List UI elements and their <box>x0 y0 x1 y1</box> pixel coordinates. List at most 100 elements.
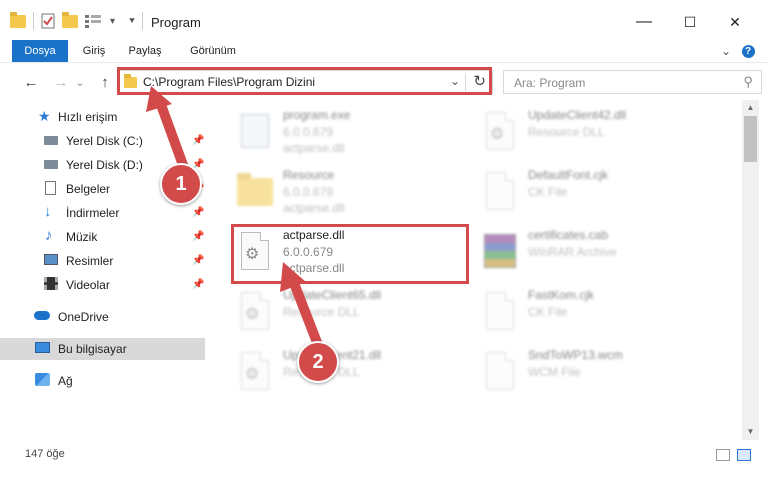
dll-icon: ⚙ <box>237 350 273 392</box>
pin-icon: 📌 <box>192 279 205 290</box>
file-item-updateclient21[interactable]: ⚙ UpdateClient21.dll Resource DLL <box>237 348 477 406</box>
file-icon <box>482 170 518 212</box>
pin-icon: 📌 <box>192 255 205 266</box>
sidebar-item-resimler[interactable]: Resimler 📌 <box>0 250 205 272</box>
scroll-up-icon[interactable]: ▲ <box>742 100 759 116</box>
rar-icon <box>482 230 518 272</box>
file-item-defaultfont[interactable]: DefaultFont.cjk CK File <box>482 168 722 226</box>
sidebar-item-muzik[interactable]: ♪ Müzik 📌 <box>0 226 205 248</box>
recent-locations-button[interactable]: ⌄ <box>74 73 86 91</box>
file-description: actparse.dll <box>283 141 345 155</box>
computer-icon <box>35 342 50 353</box>
navigation-pane: ★ Hızlı erişim Yerel Disk (C:) 📌 Yerel D… <box>0 100 207 440</box>
tab-giris[interactable]: Giriş <box>75 40 113 62</box>
tab-dosya[interactable]: Dosya <box>12 40 68 62</box>
properties-icon[interactable] <box>40 12 56 30</box>
file-name: SndToWP13.wcm <box>528 348 623 362</box>
file-name: Resource <box>283 168 335 182</box>
folder-icon <box>237 170 273 212</box>
dll-icon: ⚙ <box>237 290 273 332</box>
pictures-icon <box>44 254 58 265</box>
file-name: UpdateClient42.dll <box>528 108 627 122</box>
sidebar-item-label: OneDrive <box>58 310 109 324</box>
qa-dropdown-icon[interactable]: ⯆ <box>128 12 136 30</box>
sidebar-item-indirmeler[interactable]: ↓ İndirmeler 📌 <box>0 202 205 224</box>
new-folder-icon[interactable] <box>62 11 78 30</box>
minimize-button[interactable]: — <box>629 10 659 34</box>
search-icon: ⚲ <box>743 74 753 89</box>
file-item-updateclient42[interactable]: ⚙ UpdateClient42.dll Resource DLL <box>482 108 722 166</box>
file-type: CK File <box>528 185 568 199</box>
forward-button[interactable]: → <box>50 73 72 91</box>
file-description: actparse.dll <box>283 201 345 215</box>
file-type: WinRAR Archive <box>528 245 617 259</box>
sidebar-item-onedrive[interactable]: OneDrive <box>0 306 205 328</box>
search-box[interactable]: Ara: Program ⚲ <box>503 70 762 94</box>
file-icon <box>482 290 518 332</box>
scroll-down-icon[interactable]: ▼ <box>742 424 759 440</box>
up-button[interactable]: ↑ <box>94 73 116 91</box>
file-item-sndtowp13[interactable]: SndToWP13.wcm WCM File <box>482 348 722 406</box>
navigation-bar: ← → ⌄ ↑ C:\Program Files\Program Dizini … <box>0 62 769 101</box>
drive-icon <box>44 160 58 169</box>
sidebar-item-videolar[interactable]: Videolar 📌 <box>0 274 205 296</box>
sidebar-item-bu-bilgisayar[interactable]: Bu bilgisayar <box>0 338 205 360</box>
video-icon <box>44 277 58 290</box>
back-button[interactable]: ← <box>20 73 42 91</box>
explorer-window: ▾ ⯆ Program — ☐ ✕ Dosya Giriş Paylaş Gör… <box>0 0 769 481</box>
tab-gorunum[interactable]: Görünüm <box>182 40 244 62</box>
star-icon: ★ <box>38 108 51 124</box>
file-type: Resource DLL <box>283 305 360 319</box>
pin-icon: 📌 <box>192 135 205 146</box>
scroll-thumb[interactable] <box>744 116 757 162</box>
qa-customize-icon[interactable]: ▾ <box>110 12 115 30</box>
file-item-program-exe[interactable]: program.exe 6.0.0.679 actparse.dll <box>237 108 477 166</box>
sidebar-item-label: Müzik <box>66 230 98 244</box>
pin-icon: 📌 <box>192 207 205 218</box>
status-bar: 147 öğe <box>0 440 769 481</box>
separator <box>142 12 143 30</box>
file-version: 6.0.0.679 <box>283 185 334 199</box>
sidebar-item-label: Resimler <box>66 254 114 268</box>
file-item-certificates-cab[interactable]: certificates.cab WinRAR Archive <box>482 228 722 286</box>
item-count: 147 öğe <box>25 448 65 460</box>
window-title: Program <box>151 15 201 30</box>
sidebar-item-label: Yerel Disk (C:) <box>66 134 143 148</box>
file-type: CK File <box>528 305 568 319</box>
ribbon-expand-icon[interactable]: ⌄ <box>716 40 736 62</box>
sidebar-item-hizli-erisim[interactable]: ★ Hızlı erişim <box>0 106 205 128</box>
file-list: program.exe 6.0.0.679 actparse.dll ⚙ Upd… <box>207 100 742 440</box>
file-item-resource[interactable]: Resource 6.0.0.679 actparse.dll <box>237 168 477 226</box>
network-icon <box>35 373 50 386</box>
sidebar-item-label: Yerel Disk (D:) <box>66 158 143 172</box>
documents-icon <box>45 181 56 195</box>
sidebar-item-label: Hızlı erişim <box>58 110 118 124</box>
download-icon: ↓ <box>44 203 52 220</box>
sidebar-item-ag[interactable]: Ağ <box>0 370 205 392</box>
close-button[interactable]: ✕ <box>720 10 750 34</box>
exe-icon <box>237 110 273 152</box>
cloud-icon <box>34 311 50 320</box>
callout-badge-1: 1 <box>160 163 202 205</box>
pin-icon: 📌 <box>192 231 205 242</box>
file-name: program.exe <box>283 108 351 122</box>
drive-icon <box>44 136 58 145</box>
view-options-icon[interactable] <box>84 12 102 30</box>
large-icons-view-icon[interactable] <box>737 449 751 461</box>
file-item-fastkom[interactable]: FastKom.cjk CK File <box>482 288 722 346</box>
file-type: Resource DLL <box>528 125 605 139</box>
dll-icon: ⚙ <box>482 110 518 152</box>
sidebar-item-label: Videolar <box>66 278 110 292</box>
sidebar-item-yerel-disk-c[interactable]: Yerel Disk (C:) 📌 <box>0 130 205 152</box>
help-icon[interactable]: ? <box>738 40 758 62</box>
separator <box>33 12 34 30</box>
sidebar-item-label: Belgeler <box>66 182 111 196</box>
sidebar-item-label: Ağ <box>58 374 73 388</box>
vertical-scrollbar[interactable]: ▲ ▼ <box>742 100 759 440</box>
file-item-updateclient65[interactable]: ⚙ UpdateClient65.dll Resource DLL <box>237 288 477 346</box>
maximize-button[interactable]: ☐ <box>675 10 705 34</box>
file-name: UpdateClient65.dll <box>283 288 382 302</box>
tab-paylas[interactable]: Paylaş <box>122 40 168 62</box>
sidebar-item-label: İndirmeler <box>66 206 120 220</box>
details-view-icon[interactable] <box>716 449 730 461</box>
